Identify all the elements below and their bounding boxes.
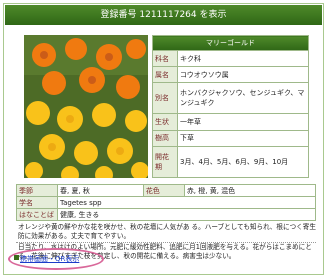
page-frame: 登録番号 1211117264 を表示 マリーゴールド 科名 キク科 属名 コウ… [3, 3, 324, 275]
scientific-name-label: 学名 [16, 196, 58, 209]
highlight-circle [8, 248, 104, 270]
season-label: 季節 [16, 184, 58, 197]
color-label: 花色 [142, 184, 185, 197]
genus-value: コウオウソウ属 [177, 66, 309, 84]
height-label: 樹高 [152, 129, 178, 147]
alias-value: ホンバクジャクソウ、センジュギク、マンジュギク [177, 82, 309, 115]
family-value: キク科 [177, 49, 309, 68]
registration-title: 登録番号 1211117264 を表示 [5, 5, 322, 25]
color-value: 赤, 橙, 黄, 混色 [183, 184, 317, 197]
plant-name: マリーゴールド [152, 35, 309, 51]
plant-info-table: マリーゴールド 科名 キク科 属名 コウオウソウ属 別名 ホンバクジャクソウ、センジュ… [152, 35, 309, 179]
flower-photo [24, 35, 148, 178]
description: オレンジや黄の鮮やかな花を咲かせ、秋の花壇に人気があ る。ハーブとしても知られ、… [18, 223, 316, 241]
height-value: 下草 [177, 129, 309, 147]
life-form-label: 生状 [152, 113, 178, 131]
flower-language-value: 健康, 生きる [57, 208, 316, 221]
bloom-label: 開花期 [152, 145, 178, 179]
flower-language-label: はなことば [16, 208, 58, 221]
season-value: 春, 夏, 秋 [57, 184, 144, 197]
attributes-table: 季節 春, 夏, 秋 花色 赤, 橙, 黄, 混色 学名 Tagetes spp… [16, 184, 317, 221]
family-label: 科名 [152, 49, 178, 68]
life-form-value: 一年草 [177, 113, 309, 131]
scientific-name-value: Tagetes spp [57, 196, 316, 209]
marigold-image [24, 35, 148, 178]
genus-label: 属名 [152, 66, 178, 84]
alias-label: 別名 [152, 82, 178, 115]
description-paragraph-1: オレンジや黄の鮮やかな花を咲かせ、秋の花壇に人気があ る。ハーブとしても知られ、… [18, 223, 316, 241]
bloom-value: 3月、4月、5月、6月、9月、10月 [177, 145, 309, 179]
